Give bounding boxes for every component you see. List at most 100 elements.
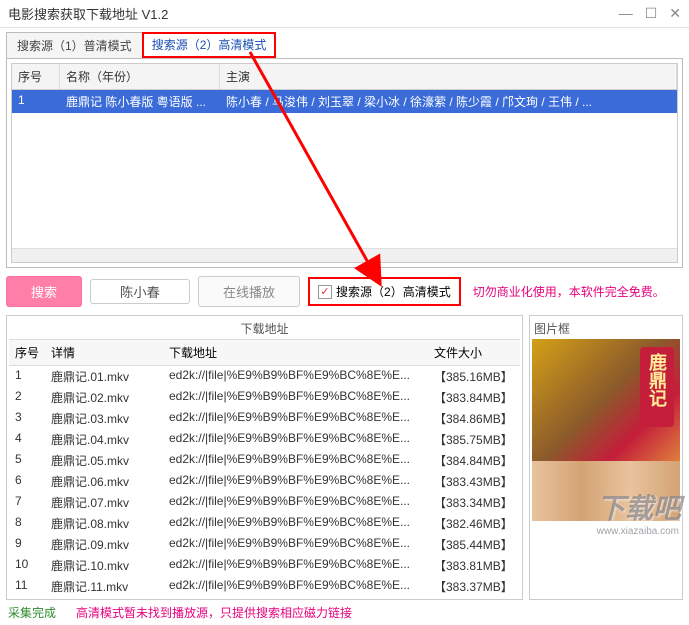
cell-url: ed2k://|file|%E9%B9%BF%E9%BC%8E%E... [163, 576, 428, 597]
dcol-detail[interactable]: 详情 [45, 340, 163, 365]
cell-size: 【383.84MB】 [428, 387, 520, 408]
footer: 采集完成 高清模式暂未找到播放源，只提供搜索相应磁力链接 [0, 600, 689, 625]
cell-size: 【384.86MB】 [428, 408, 520, 429]
table-row[interactable]: 3鹿鼎记.03.mkved2k://|file|%E9%B9%BF%E9%BC%… [9, 408, 520, 429]
tab-source-1[interactable]: 搜索源（1）普清模式 [6, 32, 143, 58]
download-panel: 下载地址 序号 详情 下载地址 文件大小 1鹿鼎记.01.mkved2k://|… [6, 315, 523, 600]
table-row[interactable]: 8鹿鼎记.08.mkved2k://|file|%E9%B9%BF%E9%BC%… [9, 513, 520, 534]
cell-url: ed2k://|file|%E9%B9%BF%E9%BC%8E%E... [163, 492, 428, 513]
cell-seq: 3 [9, 408, 45, 429]
dcol-url[interactable]: 下载地址 [163, 340, 428, 365]
close-icon[interactable]: ✕ [669, 5, 681, 22]
table-row[interactable]: 9鹿鼎记.09.mkved2k://|file|%E9%B9%BF%E9%BC%… [9, 534, 520, 555]
checkbox-icon[interactable]: ✓ [318, 285, 332, 299]
cell-seq: 7 [9, 492, 45, 513]
cell-seq: 2 [9, 387, 45, 408]
hd-mode-checkbox-box: ✓ 搜索源（2）高清模式 [308, 277, 461, 306]
minimize-icon[interactable]: — [619, 5, 633, 22]
picture-panel: 图片框 [529, 315, 683, 600]
tab-source-2[interactable]: 搜索源（2）高清模式 [142, 32, 277, 58]
download-body: 1鹿鼎记.01.mkved2k://|file|%E9%B9%BF%E9%BC%… [9, 366, 520, 597]
cell-detail: 鹿鼎记.04.mkv [45, 429, 163, 450]
results-header: 序号 名称（年份） 主演 [12, 64, 677, 90]
cell-url: ed2k://|file|%E9%B9%BF%E9%BC%8E%E... [163, 471, 428, 492]
cell-detail: 鹿鼎记.02.mkv [45, 387, 163, 408]
table-row[interactable]: 4鹿鼎记.04.mkved2k://|file|%E9%B9%BF%E9%BC%… [9, 429, 520, 450]
cell-size: 【383.43MB】 [428, 471, 520, 492]
cell-detail: 鹿鼎记.03.mkv [45, 408, 163, 429]
search-input[interactable] [90, 279, 190, 304]
download-title: 下载地址 [9, 318, 520, 339]
watermark: 下载吧 [597, 487, 681, 527]
table-row[interactable]: 11鹿鼎记.11.mkved2k://|file|%E9%B9%BF%E9%BC… [9, 576, 520, 597]
cell-size: 【385.44MB】 [428, 534, 520, 555]
cell-size: 【383.81MB】 [428, 555, 520, 576]
status-text: 采集完成 [8, 604, 56, 621]
table-row[interactable]: 6鹿鼎记.06.mkved2k://|file|%E9%B9%BF%E9%BC%… [9, 471, 520, 492]
cell-seq: 4 [9, 429, 45, 450]
table-row[interactable]: 5鹿鼎记.05.mkved2k://|file|%E9%B9%BF%E9%BC%… [9, 450, 520, 471]
cell-size: 【385.16MB】 [428, 366, 520, 387]
picture-title: 图片框 [532, 318, 680, 339]
cell-seq: 1 [9, 366, 45, 387]
cell-size: 【382.46MB】 [428, 513, 520, 534]
table-row[interactable]: 2鹿鼎记.02.mkved2k://|file|%E9%B9%BF%E9%BC%… [9, 387, 520, 408]
watermark-url: www.xiazaiba.com [597, 526, 679, 537]
cell-size: 【383.34MB】 [428, 492, 520, 513]
cell-detail: 鹿鼎记.06.mkv [45, 471, 163, 492]
toolbar: 搜索 在线播放 ✓ 搜索源（2）高清模式 切勿商业化使用，本软件完全免费。 [0, 268, 689, 315]
cell-detail: 鹿鼎记.10.mkv [45, 555, 163, 576]
table-row[interactable]: 1 鹿鼎记 陈小春版 粤语版 ... 陈小春 / 马浚伟 / 刘玉翠 / 梁小冰… [12, 90, 677, 113]
tab-bar: 搜索源（1）普清模式 搜索源（2）高清模式 [0, 28, 689, 58]
cell-detail: 鹿鼎记.01.mkv [45, 366, 163, 387]
col-seq[interactable]: 序号 [12, 64, 60, 89]
col-name[interactable]: 名称（年份） [60, 64, 220, 89]
cell-url: ed2k://|file|%E9%B9%BF%E9%BC%8E%E... [163, 513, 428, 534]
table-row[interactable]: 7鹿鼎记.07.mkved2k://|file|%E9%B9%BF%E9%BC%… [9, 492, 520, 513]
cell-seq: 10 [9, 555, 45, 576]
cell-detail: 鹿鼎记.09.mkv [45, 534, 163, 555]
cell-seq: 6 [9, 471, 45, 492]
usage-note: 切勿商业化使用，本软件完全免费。 [473, 283, 665, 300]
cell-url: ed2k://|file|%E9%B9%BF%E9%BC%8E%E... [163, 408, 428, 429]
table-row[interactable]: 1鹿鼎记.01.mkved2k://|file|%E9%B9%BF%E9%BC%… [9, 366, 520, 387]
status-note: 高清模式暂未找到播放源，只提供搜索相应磁力链接 [76, 604, 352, 621]
col-cast[interactable]: 主演 [220, 64, 677, 89]
cell-detail: 鹿鼎记.11.mkv [45, 576, 163, 597]
dcol-size[interactable]: 文件大小 [428, 340, 520, 365]
window-controls: — ☐ ✕ [619, 5, 681, 22]
download-header: 序号 详情 下载地址 文件大小 [9, 339, 520, 366]
results-grid: 序号 名称（年份） 主演 1 鹿鼎记 陈小春版 粤语版 ... 陈小春 / 马浚… [11, 63, 678, 263]
cell-size: 【383.37MB】 [428, 576, 520, 597]
cell-size: 【385.75MB】 [428, 429, 520, 450]
cell-detail: 鹿鼎记.05.mkv [45, 450, 163, 471]
cell-detail: 鹿鼎记.07.mkv [45, 492, 163, 513]
cell-size: 【384.84MB】 [428, 450, 520, 471]
cell-url: ed2k://|file|%E9%B9%BF%E9%BC%8E%E... [163, 534, 428, 555]
table-row[interactable]: 10鹿鼎记.10.mkved2k://|file|%E9%B9%BF%E9%BC… [9, 555, 520, 576]
cell-cast: 陈小春 / 马浚伟 / 刘玉翠 / 梁小冰 / 徐濠萦 / 陈少霞 / 邝文珣 … [220, 90, 677, 113]
cell-seq: 11 [9, 576, 45, 597]
cell-url: ed2k://|file|%E9%B9%BF%E9%BC%8E%E... [163, 366, 428, 387]
cell-seq: 1 [12, 90, 60, 113]
hd-mode-label[interactable]: 搜索源（2）高清模式 [336, 283, 451, 300]
cell-seq: 5 [9, 450, 45, 471]
play-button[interactable]: 在线播放 [198, 276, 300, 307]
cell-url: ed2k://|file|%E9%B9%BF%E9%BC%8E%E... [163, 555, 428, 576]
maximize-icon[interactable]: ☐ [645, 5, 658, 22]
cell-seq: 8 [9, 513, 45, 534]
horizontal-scrollbar[interactable] [12, 248, 677, 262]
cell-detail: 鹿鼎记.08.mkv [45, 513, 163, 534]
results-body: 1 鹿鼎记 陈小春版 粤语版 ... 陈小春 / 马浚伟 / 刘玉翠 / 梁小冰… [12, 90, 677, 248]
titlebar: 电影搜索获取下载地址 V1.2 — ☐ ✕ [0, 0, 689, 28]
window-title: 电影搜索获取下载地址 V1.2 [8, 4, 619, 23]
lower-section: 下载地址 序号 详情 下载地址 文件大小 1鹿鼎记.01.mkved2k://|… [0, 315, 689, 600]
cell-url: ed2k://|file|%E9%B9%BF%E9%BC%8E%E... [163, 450, 428, 471]
dcol-seq[interactable]: 序号 [9, 340, 45, 365]
results-panel: 序号 名称（年份） 主演 1 鹿鼎记 陈小春版 粤语版 ... 陈小春 / 马浚… [6, 58, 683, 268]
cell-url: ed2k://|file|%E9%B9%BF%E9%BC%8E%E... [163, 387, 428, 408]
cell-url: ed2k://|file|%E9%B9%BF%E9%BC%8E%E... [163, 429, 428, 450]
search-button[interactable]: 搜索 [6, 276, 82, 307]
cell-seq: 9 [9, 534, 45, 555]
cell-name: 鹿鼎记 陈小春版 粤语版 ... [60, 90, 220, 113]
